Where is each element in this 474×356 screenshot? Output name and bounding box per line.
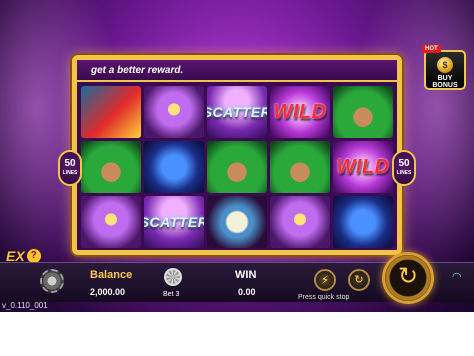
scatter-label: SCATTER: [207, 104, 267, 120]
reel-cell-mask: [144, 86, 204, 138]
lines-unit: LINES: [62, 170, 78, 176]
balance-value: 2,000.00: [90, 287, 126, 297]
wild-label: WILD: [273, 100, 327, 123]
lines-badge-left: 50 LINES: [58, 150, 82, 186]
bet-chip-icon[interactable]: [164, 268, 182, 286]
reel-grid: SCATTER WILD WILD SCATTER: [81, 86, 393, 248]
blank-area: [0, 312, 474, 356]
reel-cell-parrot: [81, 86, 141, 138]
reel-cell-drums: [333, 196, 393, 248]
reel-cell-queen: [81, 141, 141, 193]
reel-cell-mask: [81, 196, 141, 248]
buy-bonus-button[interactable]: HOT $ BUY BONUS: [422, 45, 466, 90]
help-icon[interactable]: ?: [26, 249, 41, 263]
reel-cell-wild: WILD: [270, 86, 330, 138]
lines-badge-right: 50 LINES: [392, 150, 416, 186]
wild-label: WILD: [336, 155, 390, 178]
reel-cell-scatter: SCATTER: [207, 86, 267, 138]
reel-frame: get a better reward. SCATTERWILDWILDSCAT…: [72, 55, 402, 255]
reel-cell-mask: [270, 196, 330, 248]
balance-label: Balance: [90, 269, 133, 281]
reel-cell-queen: [207, 141, 267, 193]
reel-cell-drums: [144, 141, 204, 193]
win-label: WIN: [235, 269, 257, 281]
bet-label[interactable]: Bet 3: [163, 291, 179, 298]
turbo-bolt-button[interactable]: ⚡: [314, 269, 336, 291]
autoplay-button[interactable]: ↻: [348, 269, 370, 291]
spin-button[interactable]: ↻: [382, 252, 434, 304]
lines-count: 50: [398, 158, 410, 169]
lines-count: 50: [64, 158, 76, 169]
coin-icon: $: [437, 57, 453, 73]
hot-badge: HOT: [422, 45, 441, 53]
quick-stop-hint: Press quick stop: [298, 294, 350, 301]
reel-cell-queen: [270, 141, 330, 193]
version-label: v_0.110_001: [2, 301, 48, 310]
reel-cell-queen: [333, 86, 393, 138]
reel-cell-wild: WILD: [333, 141, 393, 193]
win-value: 0.00: [238, 287, 256, 297]
lines-unit: LINES: [396, 170, 412, 176]
gear-icon[interactable]: [40, 269, 64, 293]
scatter-label: SCATTER: [144, 214, 204, 230]
buy-bonus-label: BUY BONUS: [432, 75, 458, 89]
reel-cell-tambourine: [207, 196, 267, 248]
marquee-banner: get a better reward.: [77, 60, 397, 82]
reel-cell-scatter: SCATTER: [144, 196, 204, 248]
wifi-icon: ◠: [452, 271, 462, 283]
